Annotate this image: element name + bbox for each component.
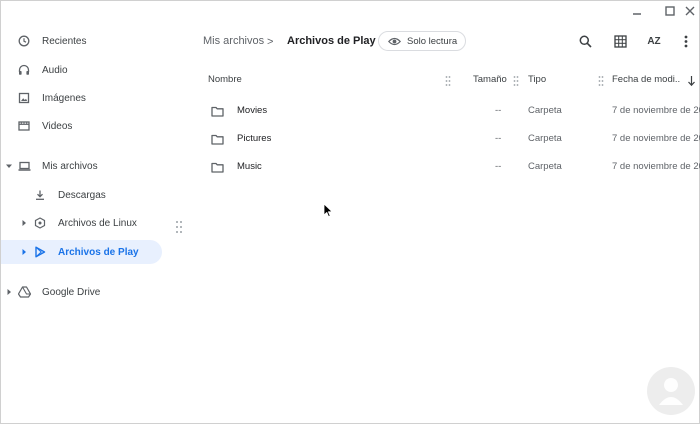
table-row[interactable]: Music -- Carpeta 7 de noviembre de 20... [201, 153, 700, 181]
grid-view-button[interactable] [612, 33, 628, 49]
search-button[interactable] [577, 33, 593, 49]
minimize-button[interactable] [628, 3, 646, 19]
search-icon [579, 35, 592, 48]
sort-az-icon: AZ [647, 35, 661, 47]
watermark-logo [645, 365, 697, 417]
sidebar-item-label: Audio [42, 64, 68, 76]
image-icon [17, 91, 31, 105]
breadcrumb-current: Archivos de Play [287, 35, 376, 47]
file-size: -- [495, 161, 502, 172]
sidebar-item-archivos-de-play[interactable]: Archivos de Play [1, 240, 162, 264]
column-header-type[interactable]: Tipo [528, 74, 546, 85]
file-name: Music [237, 161, 262, 172]
files-app-window: Recientes Audio Imágenes Videos Mis arch… [0, 0, 700, 424]
minimize-icon [633, 13, 641, 15]
file-date: 7 de noviembre de 20... [612, 105, 700, 116]
column-resize-icon[interactable] [598, 74, 604, 86]
headphones-icon [17, 63, 31, 77]
folder-icon [211, 160, 224, 178]
file-type: Carpeta [528, 105, 562, 116]
download-icon [33, 188, 47, 202]
table-row[interactable]: Pictures -- Carpeta 7 de noviembre de 20… [201, 125, 700, 153]
file-type: Carpeta [528, 133, 562, 144]
sidebar-item-audio[interactable]: Audio [1, 58, 166, 82]
column-header-size[interactable]: Tamaño [473, 74, 507, 85]
file-size: -- [495, 105, 502, 116]
sidebar-item-videos[interactable]: Videos [1, 114, 166, 138]
eye-icon [387, 36, 402, 50]
file-name: Pictures [237, 133, 272, 144]
sidebar-item-label: Mis archivos [42, 160, 98, 172]
breadcrumb-root[interactable]: Mis archivos [203, 35, 264, 47]
column-header-date[interactable]: Fecha de modi... [612, 74, 680, 85]
sidebar-item-google-drive[interactable]: Google Drive [1, 280, 166, 304]
sidebar-item-descargas[interactable]: Descargas [1, 183, 166, 207]
more-options-button[interactable] [678, 33, 694, 49]
sidebar-item-label: Imágenes [42, 92, 86, 104]
readonly-badge: Solo lectura [378, 31, 466, 51]
drive-icon [17, 285, 31, 299]
expand-arrow-icon[interactable] [20, 219, 28, 227]
laptop-icon [17, 159, 31, 173]
mouse-cursor-icon [323, 203, 333, 223]
grid-view-icon [613, 34, 627, 48]
sidebar-item-recientes[interactable]: Recientes [1, 29, 166, 53]
film-icon [17, 119, 31, 133]
sidebar-item-label: Videos [42, 120, 73, 132]
close-icon [685, 6, 695, 16]
sidebar-item-label: Descargas [58, 189, 106, 201]
linux-icon [33, 216, 47, 230]
column-resize-icon[interactable] [513, 74, 519, 86]
maximize-button[interactable] [661, 3, 679, 19]
file-type: Carpeta [528, 161, 562, 172]
file-date: 7 de noviembre de 20... [612, 133, 700, 144]
expand-arrow-icon[interactable] [5, 288, 13, 296]
play-store-icon [33, 245, 47, 259]
column-resize-icon[interactable] [445, 74, 451, 86]
expand-arrow-icon[interactable] [20, 248, 28, 256]
table-row[interactable]: Movies -- Carpeta 7 de noviembre de 20..… [201, 97, 700, 125]
breadcrumb-separator: > [267, 36, 274, 48]
drag-handle-icon[interactable] [175, 220, 183, 234]
clock-icon [17, 34, 31, 48]
sort-descending-icon[interactable] [687, 74, 697, 87]
sidebar-item-label: Recientes [42, 35, 87, 47]
file-date: 7 de noviembre de 20... [612, 161, 700, 172]
folder-icon [211, 132, 224, 150]
sort-button[interactable]: AZ [646, 33, 662, 49]
sidebar-item-label: Archivos de Play [58, 246, 139, 258]
sidebar-item-mis-archivos[interactable]: Mis archivos [1, 154, 166, 178]
maximize-icon [665, 6, 675, 16]
sidebar-item-label: Google Drive [42, 286, 101, 298]
sidebar-item-imagenes[interactable]: Imágenes [1, 86, 166, 110]
column-header-name[interactable]: Nombre [208, 74, 242, 85]
file-name: Movies [237, 105, 268, 116]
more-vert-icon [684, 35, 688, 47]
close-button[interactable] [681, 3, 699, 19]
readonly-label: Solo lectura [407, 36, 458, 47]
expand-arrow-icon[interactable] [5, 162, 13, 170]
file-size: -- [495, 133, 502, 144]
sidebar-item-archivos-de-linux[interactable]: Archivos de Linux [1, 211, 166, 235]
folder-icon [211, 104, 224, 122]
sidebar-item-label: Archivos de Linux [58, 217, 137, 229]
